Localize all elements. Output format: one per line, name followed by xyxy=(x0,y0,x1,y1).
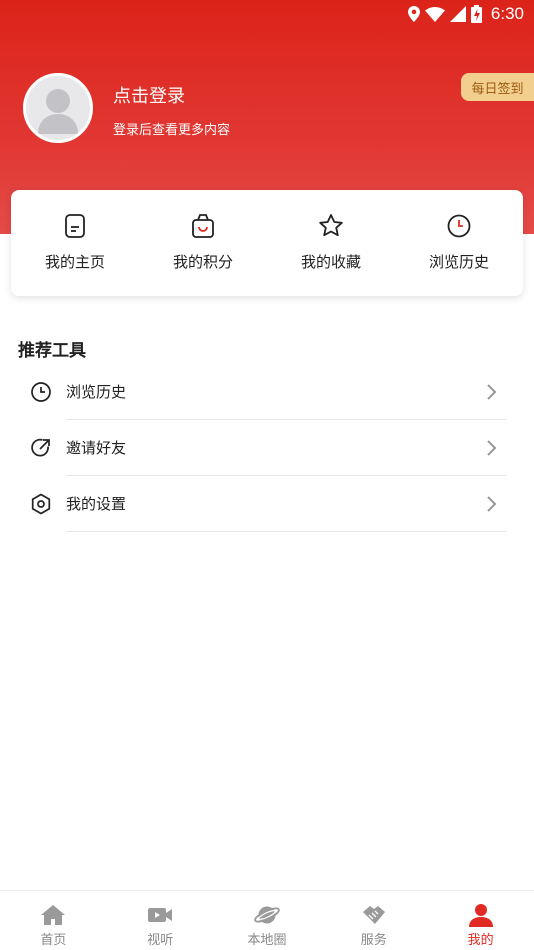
tab-label: 视听 xyxy=(147,933,174,948)
default-user-icon xyxy=(38,89,78,134)
quick-item-favorites[interactable]: 我的收藏 xyxy=(267,190,395,296)
quick-item-label: 浏览历史 xyxy=(428,253,489,271)
points-bag-icon xyxy=(192,214,214,238)
star-icon xyxy=(319,214,343,237)
chevron-right-icon xyxy=(487,384,497,400)
tool-row-history[interactable]: 浏览历史 xyxy=(0,364,534,420)
divider xyxy=(66,531,506,532)
tab-mine[interactable]: 我的 xyxy=(427,891,534,950)
bottom-tab-bar: 首页 视听 本地圈 服务 我的 xyxy=(0,890,534,950)
handshake-icon xyxy=(362,906,385,924)
chevron-right-icon xyxy=(487,496,497,512)
tab-home[interactable]: 首页 xyxy=(0,891,107,950)
quick-item-homepage[interactable]: 我的主页 xyxy=(11,190,139,296)
status-time: 6:30 xyxy=(490,4,524,23)
chevron-right-icon xyxy=(487,440,497,456)
tab-service[interactable]: 服务 xyxy=(320,891,427,950)
planet-icon xyxy=(254,906,280,924)
homepage-icon xyxy=(65,214,85,238)
share-icon xyxy=(31,438,50,457)
tool-label: 我的设置 xyxy=(66,495,127,513)
quick-item-points[interactable]: 我的积分 xyxy=(139,190,267,296)
signal-icon xyxy=(449,6,466,22)
tab-local[interactable]: 本地圈 xyxy=(214,891,321,950)
tab-label: 服务 xyxy=(360,933,387,948)
tool-row-settings[interactable]: 我的设置 xyxy=(0,476,534,532)
home-icon xyxy=(41,905,66,925)
clock-icon xyxy=(31,382,51,402)
video-icon xyxy=(148,908,173,922)
status-bar: 6:30 xyxy=(407,4,524,24)
quick-item-label: 我的积分 xyxy=(172,253,233,271)
wifi-icon xyxy=(424,6,445,22)
quick-menu-card: 我的主页 我的积分 我的收藏 浏览历史 xyxy=(11,190,523,296)
tab-label: 我的 xyxy=(467,933,494,948)
tools-section-title: 推荐工具 xyxy=(18,341,86,361)
clock-icon xyxy=(447,214,471,238)
quick-item-label: 我的主页 xyxy=(44,253,105,271)
profile-icon xyxy=(468,904,493,927)
location-icon xyxy=(407,6,420,22)
tab-video[interactable]: 视听 xyxy=(107,891,214,950)
tool-row-invite[interactable]: 邀请好友 xyxy=(0,420,534,476)
login-title[interactable]: 点击登录 xyxy=(113,82,185,108)
tab-label: 首页 xyxy=(40,933,67,948)
tool-label: 浏览历史 xyxy=(66,383,127,401)
quick-item-history[interactable]: 浏览历史 xyxy=(395,190,523,296)
quick-item-label: 我的收藏 xyxy=(300,253,361,271)
tool-label: 邀请好友 xyxy=(66,439,127,457)
daily-signin-button[interactable]: 每日签到 xyxy=(461,73,534,101)
battery-icon xyxy=(470,5,482,23)
login-subtitle: 登录后查看更多内容 xyxy=(113,123,231,138)
tab-label: 本地圈 xyxy=(247,933,287,948)
settings-icon xyxy=(31,493,51,515)
avatar[interactable] xyxy=(23,73,93,143)
